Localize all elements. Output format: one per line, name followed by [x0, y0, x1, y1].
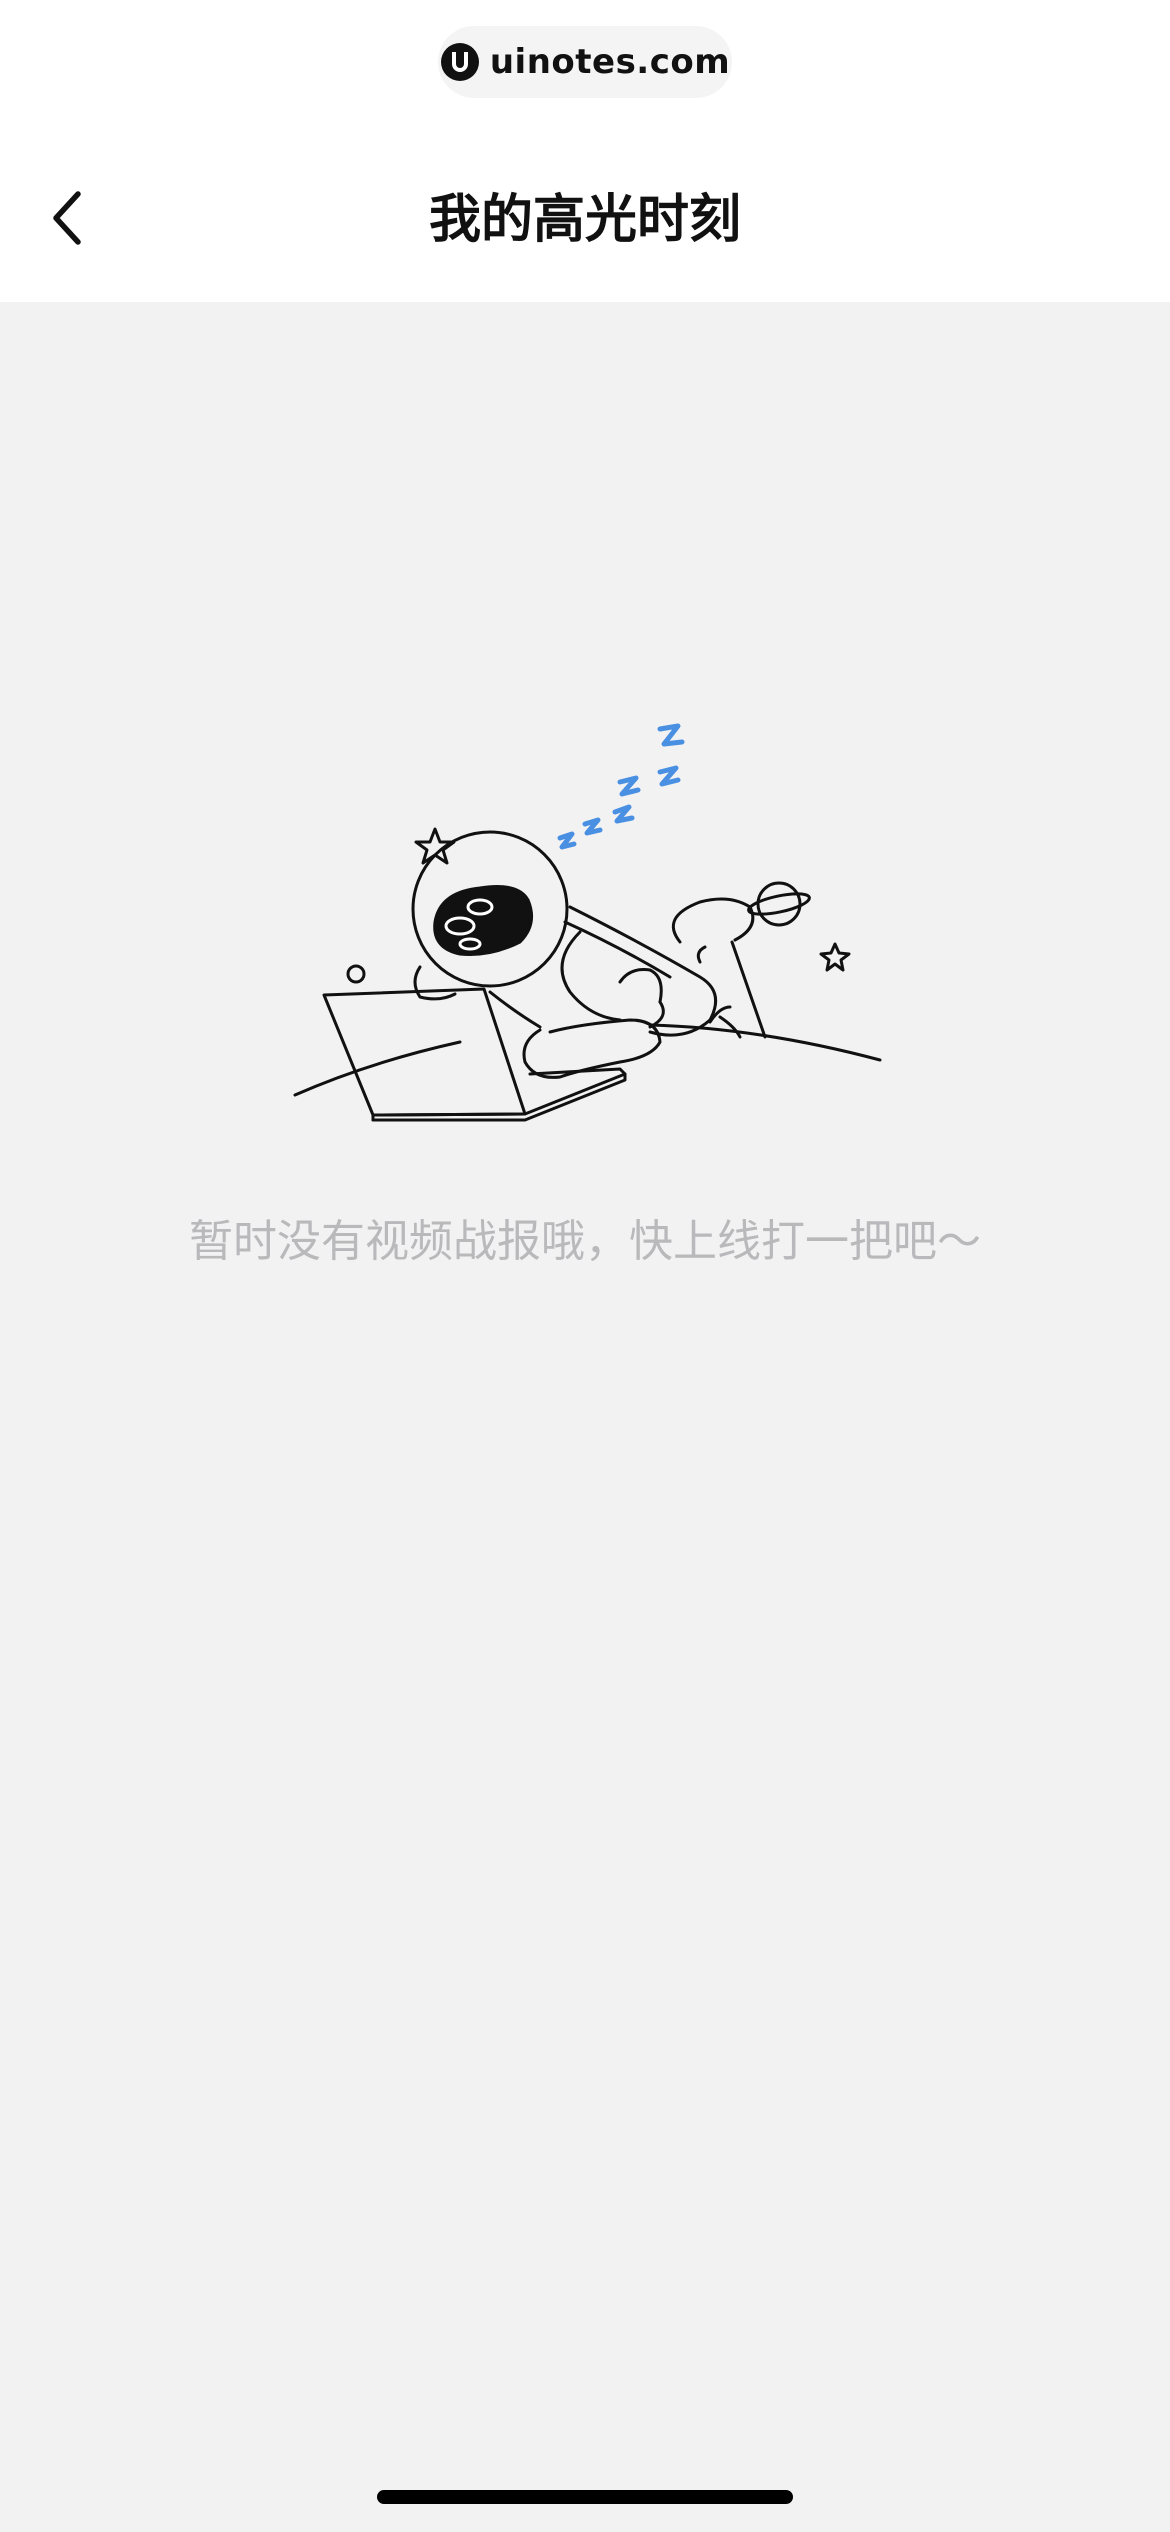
sleeping-astronaut-laptop-illustration — [293, 723, 882, 1122]
uinotes-logo-icon — [440, 43, 479, 81]
navigation-bar: 我的高光时刻 — [0, 162, 1170, 282]
empty-state-message: 暂时没有视频战报哦，快上线打一把吧～ — [189, 1216, 981, 1267]
header-area: uinotes.com 我的高光时刻 — [0, 0, 1170, 302]
empty-state: 暂时没有视频战报哦，快上线打一把吧～ — [0, 302, 1170, 2532]
home-indicator[interactable] — [377, 2490, 793, 2504]
watermark-badge: uinotes.com — [438, 26, 732, 98]
page-title: 我的高光时刻 — [428, 190, 741, 250]
screen: uinotes.com 我的高光时刻 暂时没有视频战报哦，快上线打一把吧～ — [0, 0, 1170, 2532]
watermark-text: uinotes.com — [489, 42, 731, 82]
